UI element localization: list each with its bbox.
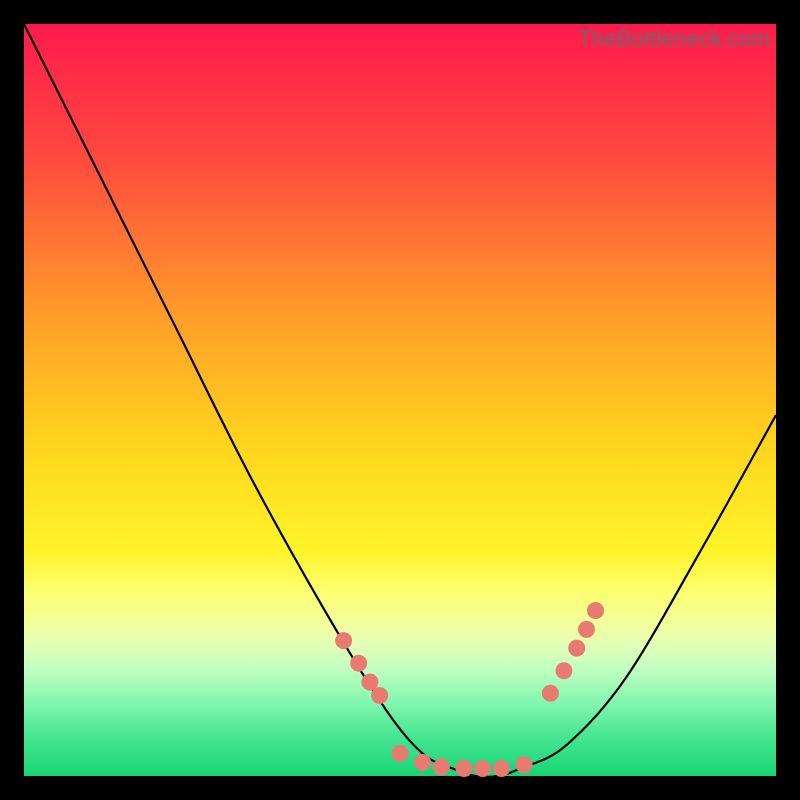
marker-dot	[587, 602, 604, 619]
marker-dot	[578, 621, 595, 638]
marker-dot	[392, 745, 409, 762]
plot-area: TheBottleneck.com	[24, 24, 776, 776]
marker-dot	[542, 685, 559, 702]
marker-dot	[335, 632, 352, 649]
marker-dot	[493, 760, 510, 777]
watermark-text: TheBottleneck.com	[578, 26, 770, 52]
gradient-background	[24, 24, 776, 776]
marker-dot	[433, 758, 450, 775]
marker-dot	[455, 760, 472, 777]
marker-dot	[568, 640, 585, 657]
marker-dot	[474, 760, 491, 777]
marker-dot	[371, 687, 388, 704]
marker-dot	[350, 655, 367, 672]
marker-dot	[516, 756, 533, 773]
bottleneck-chart	[24, 24, 776, 776]
marker-dot	[555, 662, 572, 679]
marker-dot	[414, 754, 431, 771]
